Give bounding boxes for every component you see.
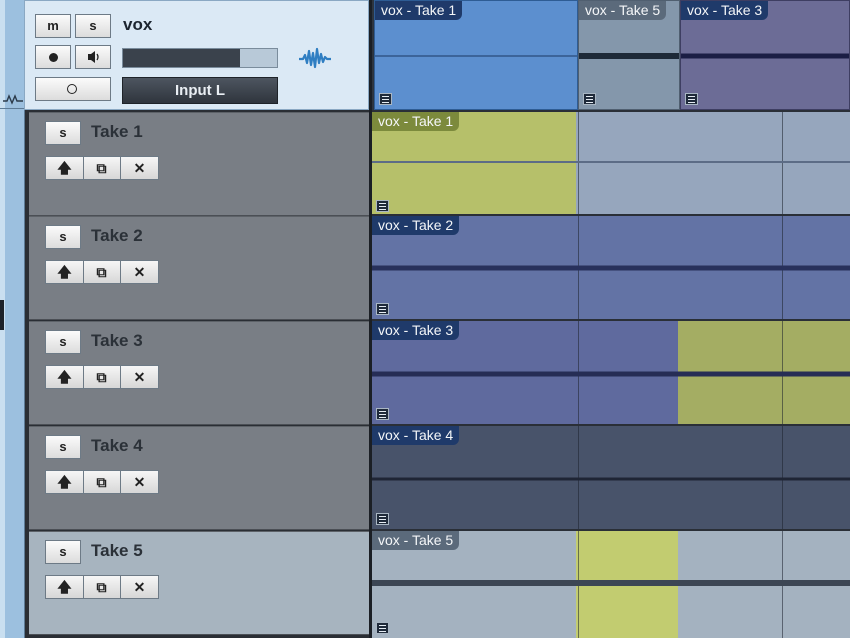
track-list-gutter: [0, 0, 25, 638]
take-waveform: [372, 477, 850, 481]
clip-waveform: [579, 53, 679, 59]
monitor-button[interactable]: [75, 45, 111, 69]
take-header-4[interactable]: s Take 4 🡅 ⧉ ✕: [29, 426, 369, 530]
take-solo-button[interactable]: s: [45, 225, 81, 249]
main-comp-lane: vox - Take 1 vox - Take 5 vox - Take 3: [372, 0, 850, 110]
clip-menu-icon[interactable]: [379, 93, 392, 105]
waveform-icon[interactable]: [297, 45, 333, 71]
take-action-group: 🡅 ⧉ ✕: [45, 260, 159, 284]
take-header-2[interactable]: s Take 2 🡅 ⧉ ✕: [29, 216, 369, 320]
clip-menu-icon[interactable]: [376, 622, 389, 634]
promote-take-icon[interactable]: 🡅: [46, 261, 84, 283]
clip-menu-icon[interactable]: [685, 93, 698, 105]
main-track-header: m s vox Input L: [24, 0, 369, 110]
take-action-group: 🡅 ⧉ ✕: [45, 470, 159, 494]
take-header-3[interactable]: s Take 3 🡅 ⧉ ✕: [29, 321, 369, 425]
main-clip-1[interactable]: vox - Take 1: [374, 0, 578, 110]
take-lane-5: vox - Take 5: [372, 531, 850, 638]
clip-menu-icon[interactable]: [376, 513, 389, 525]
monitor-icon: [88, 51, 99, 63]
delete-take-icon[interactable]: ✕: [121, 471, 158, 493]
automation-icon[interactable]: [3, 92, 23, 106]
promote-take-icon[interactable]: 🡅: [46, 157, 84, 179]
duplicate-take-icon[interactable]: ⧉: [83, 366, 121, 388]
take-name[interactable]: Take 5: [91, 541, 143, 561]
clip-label: vox - Take 1: [375, 1, 463, 20]
clip-label: vox - Take 3: [372, 321, 460, 340]
record-button[interactable]: [35, 45, 71, 69]
record-icon: [49, 53, 58, 62]
take-lane-3: vox - Take 3: [372, 321, 850, 424]
take-waveform: [372, 265, 850, 271]
clip-label: vox - Take 1: [372, 112, 460, 131]
clip-label: vox - Take 4: [372, 426, 460, 445]
take-header-1[interactable]: s Take 1 🡅 ⧉ ✕: [29, 112, 369, 216]
take-action-group: 🡅 ⧉ ✕: [45, 575, 159, 599]
loop-button[interactable]: [35, 77, 111, 101]
main-clip-3[interactable]: vox - Take 3: [680, 0, 850, 110]
delete-take-icon[interactable]: ✕: [121, 261, 158, 283]
level-meter[interactable]: [122, 48, 278, 68]
delete-take-icon[interactable]: ✕: [121, 157, 158, 179]
promote-take-icon[interactable]: 🡅: [46, 576, 84, 598]
duplicate-take-icon[interactable]: ⧉: [83, 576, 121, 598]
solo-button[interactable]: s: [75, 14, 111, 38]
clip-waveform: [375, 55, 577, 57]
take-action-group: 🡅 ⧉ ✕: [45, 365, 159, 389]
promote-take-icon[interactable]: 🡅: [46, 366, 84, 388]
take-name[interactable]: Take 2: [91, 226, 143, 246]
delete-take-icon[interactable]: ✕: [121, 576, 158, 598]
clip-menu-icon[interactable]: [583, 93, 596, 105]
clip-label: vox - Take 5: [372, 531, 460, 550]
take-action-group: 🡅 ⧉ ✕: [45, 156, 159, 180]
mute-button[interactable]: m: [35, 14, 71, 38]
take-lane-1: vox - Take 1: [372, 112, 850, 216]
gutter-marker: [0, 300, 4, 330]
gutter-divider: [0, 108, 24, 109]
clip-label: vox - Take 2: [372, 216, 460, 235]
take-waveform: [372, 580, 850, 586]
take-lane-4: vox - Take 4: [372, 426, 850, 529]
clip-menu-icon[interactable]: [376, 200, 389, 212]
main-clip-2[interactable]: vox - Take 5: [578, 0, 680, 110]
take-waveform: [372, 371, 850, 377]
clip-waveform: [681, 53, 849, 59]
duplicate-take-icon[interactable]: ⧉: [83, 471, 121, 493]
loop-icon: [67, 84, 77, 94]
take-name[interactable]: Take 4: [91, 436, 143, 456]
take-header-5[interactable]: s Take 5 🡅 ⧉ ✕: [29, 531, 369, 635]
input-select[interactable]: Input L: [122, 77, 278, 104]
take-name[interactable]: Take 1: [91, 122, 143, 142]
take-lane-2: vox - Take 2: [372, 216, 850, 319]
level-meter-fill: [123, 49, 241, 67]
delete-take-icon[interactable]: ✕: [121, 366, 158, 388]
take-name[interactable]: Take 3: [91, 331, 143, 351]
take-solo-button[interactable]: s: [45, 121, 81, 145]
duplicate-take-icon[interactable]: ⧉: [83, 157, 121, 179]
take-solo-button[interactable]: s: [45, 330, 81, 354]
take-waveform: [372, 161, 850, 163]
duplicate-take-icon[interactable]: ⧉: [83, 261, 121, 283]
promote-take-icon[interactable]: 🡅: [46, 471, 84, 493]
clip-label: vox - Take 3: [681, 1, 769, 20]
take-solo-button[interactable]: s: [45, 540, 81, 564]
clip-label: vox - Take 5: [579, 1, 667, 20]
take-solo-button[interactable]: s: [45, 435, 81, 459]
clip-menu-icon[interactable]: [376, 303, 389, 315]
track-name[interactable]: vox: [123, 15, 152, 35]
clip-menu-icon[interactable]: [376, 408, 389, 420]
